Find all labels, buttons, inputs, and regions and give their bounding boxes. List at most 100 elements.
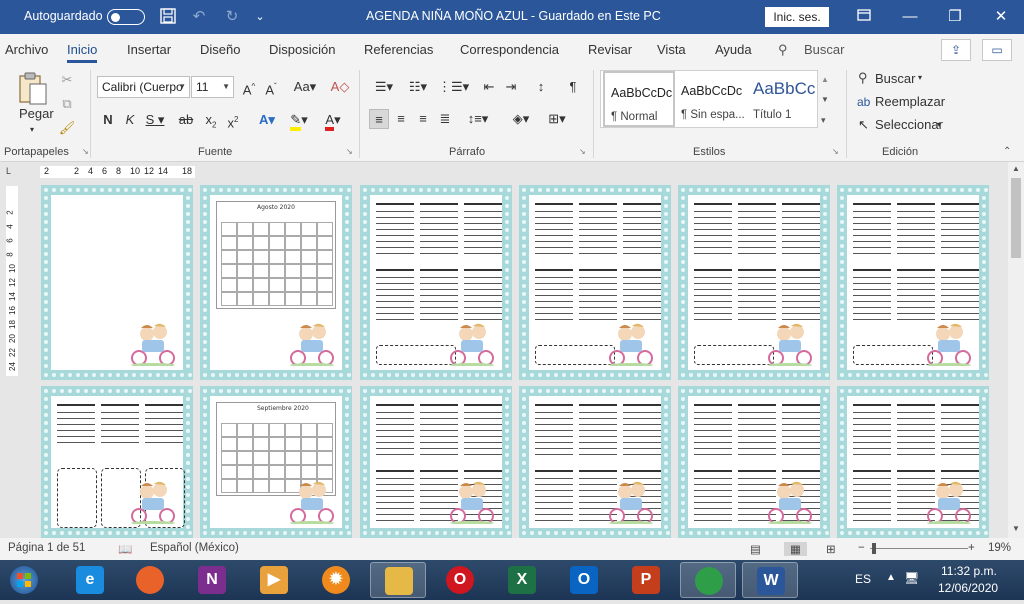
taskbar-media-player[interactable]: ▶	[246, 562, 302, 598]
align-center-icon[interactable]: ≡	[392, 109, 410, 129]
zoom-level[interactable]: 19%	[988, 542, 1011, 554]
taskbar-word[interactable]: W	[742, 562, 798, 598]
save-icon[interactable]	[158, 7, 178, 27]
zoom-slider-thumb[interactable]	[872, 543, 876, 554]
taskbar-opera[interactable]: O	[432, 562, 488, 598]
page-thumbnail[interactable]	[519, 386, 671, 538]
tab-insertar[interactable]: Insertar	[127, 42, 171, 57]
paste-dropdown-icon[interactable]: ▾	[30, 122, 34, 138]
styles-more-icon[interactable]: ▾	[821, 112, 826, 128]
page-thumbnail[interactable]	[837, 386, 989, 538]
align-right-icon[interactable]: ≡	[414, 109, 432, 129]
share-icon[interactable]: ⇪	[941, 39, 971, 61]
undo-icon[interactable]: ↶	[189, 7, 209, 27]
zoom-out-icon[interactable]: −	[858, 542, 865, 554]
replace-icon[interactable]: ab	[857, 94, 870, 110]
sign-in-button[interactable]: Inic. ses.	[765, 7, 829, 27]
proofing-icon[interactable]: 📖	[118, 542, 132, 556]
tab-inicio[interactable]: Inicio	[67, 42, 98, 63]
styles-scroll-down-icon[interactable]: ▼	[821, 92, 829, 108]
find-dropdown-icon[interactable]: ▾	[918, 70, 922, 86]
page-thumbnail[interactable]	[360, 185, 512, 380]
font-size-select[interactable]: 11 ▼	[191, 76, 234, 98]
language-indicator[interactable]: Español (México)	[150, 542, 239, 554]
styles-launcher-icon[interactable]: ↘	[832, 144, 839, 160]
taskbar-firefox[interactable]	[122, 562, 178, 598]
tab-correspondencia[interactable]: Correspondencia	[460, 42, 559, 57]
scroll-down-icon[interactable]: ▼	[1012, 524, 1020, 533]
customize-quick-access-icon[interactable]: ⌄	[250, 7, 270, 27]
page-thumbnail[interactable]	[41, 386, 193, 538]
vertical-ruler[interactable]: 2 4 6 8 10 12 14 16 18 20 22 24	[6, 186, 18, 376]
strikethrough-button[interactable]: ab	[176, 110, 196, 130]
ribbon-display-icon[interactable]	[852, 6, 876, 28]
bold-button[interactable]: N	[100, 110, 116, 130]
paragraph-launcher-icon[interactable]: ↘	[579, 144, 586, 160]
taskbar-file-explorer[interactable]	[370, 562, 426, 598]
font-color-icon[interactable]: A▾	[320, 110, 346, 131]
horizontal-ruler[interactable]: 2 2 4 6 8 10 12 14 18	[40, 166, 195, 178]
tab-diseno[interactable]: Diseño	[200, 42, 240, 57]
tab-vista[interactable]: Vista	[657, 42, 686, 57]
show-formatting-icon[interactable]: ¶	[564, 77, 582, 97]
shrink-font-icon[interactable]: Aˇ	[262, 77, 280, 97]
replace-button[interactable]: Reemplazar	[875, 94, 945, 110]
scroll-thumb[interactable]	[1011, 178, 1021, 258]
page-thumbnail[interactable]	[837, 185, 989, 380]
clock-date[interactable]: 12/06/2020	[938, 581, 998, 595]
page-thumbnail[interactable]	[41, 185, 193, 380]
highlight-color-icon[interactable]: ✎▾	[286, 110, 312, 131]
search-icon[interactable]: ⚲	[778, 42, 788, 58]
text-effects-icon[interactable]: A▾	[254, 110, 280, 130]
page-count[interactable]: Página 1 de 51	[8, 542, 85, 554]
vertical-scrollbar[interactable]: ▲ ▼	[1008, 162, 1024, 538]
collapse-ribbon-icon[interactable]: ⌃	[1003, 144, 1011, 160]
tab-disposicion[interactable]: Disposición	[269, 42, 335, 57]
multilevel-list-icon[interactable]: ⋮☰▾	[438, 77, 469, 97]
grow-font-icon[interactable]: A^	[240, 77, 258, 97]
align-left-icon[interactable]: ≡	[369, 109, 389, 129]
taskbar-outlook[interactable]: O	[556, 562, 612, 598]
decrease-indent-icon[interactable]: ⇤	[480, 77, 498, 97]
clock-time[interactable]: 11:32 p.m.	[941, 564, 997, 578]
web-layout-icon[interactable]: ⊞	[826, 542, 836, 556]
find-button[interactable]: Buscar	[875, 71, 915, 87]
redo-icon[interactable]: ↻	[222, 7, 242, 27]
print-layout-icon[interactable]: ▦	[784, 542, 807, 556]
find-icon[interactable]: ⚲	[858, 70, 868, 86]
minimize-button[interactable]: —	[898, 6, 922, 28]
bullets-icon[interactable]: ☰▾	[370, 77, 398, 97]
subscript-button[interactable]: x2	[202, 110, 220, 130]
line-spacing-icon[interactable]: ↕≡▾	[464, 109, 492, 129]
borders-icon[interactable]: ⊞▾	[542, 109, 572, 129]
taskbar-excel[interactable]: X	[494, 562, 550, 598]
autosave-toggle[interactable]	[107, 9, 145, 25]
maximize-button[interactable]: ❐	[943, 6, 967, 28]
format-painter-icon[interactable]: 🖌	[58, 118, 76, 138]
taskbar-start-button[interactable]	[0, 562, 56, 598]
input-language[interactable]: ES	[855, 572, 871, 586]
justify-icon[interactable]: ≣	[436, 109, 454, 129]
search-box[interactable]: Buscar	[804, 42, 844, 57]
style-normal[interactable]: AaBbCcDc ¶ Normal	[603, 71, 675, 127]
tab-selector-icon[interactable]: L	[6, 166, 11, 176]
select-dropdown-icon[interactable]: ▾	[937, 117, 941, 133]
close-button[interactable]: ✕	[989, 6, 1013, 28]
style-no-spacing[interactable]: AaBbCcDc ¶ Sin espa...	[675, 71, 747, 127]
taskbar-internet-explorer[interactable]: e	[62, 562, 118, 598]
page-thumbnail[interactable]: Septiembre 2020	[200, 386, 352, 538]
comments-icon[interactable]: ▭	[982, 39, 1012, 61]
tab-referencias[interactable]: Referencias	[364, 42, 433, 57]
page-thumbnail[interactable]: Agosto 2020	[200, 185, 352, 380]
clipboard-launcher-icon[interactable]: ↘	[82, 144, 89, 160]
paste-button[interactable]: Pegar	[19, 106, 54, 122]
zoom-in-icon[interactable]: +	[968, 542, 975, 554]
taskbar-chrome[interactable]	[680, 562, 736, 598]
increase-indent-icon[interactable]: ⇥	[502, 77, 520, 97]
page-thumbnail[interactable]	[678, 386, 830, 538]
tab-revisar[interactable]: Revisar	[588, 42, 632, 57]
numbering-icon[interactable]: ☷▾	[404, 77, 432, 97]
tray-expand-icon[interactable]: ▲	[886, 572, 896, 583]
zoom-slider[interactable]	[870, 548, 968, 549]
page-thumbnail[interactable]	[519, 185, 671, 380]
